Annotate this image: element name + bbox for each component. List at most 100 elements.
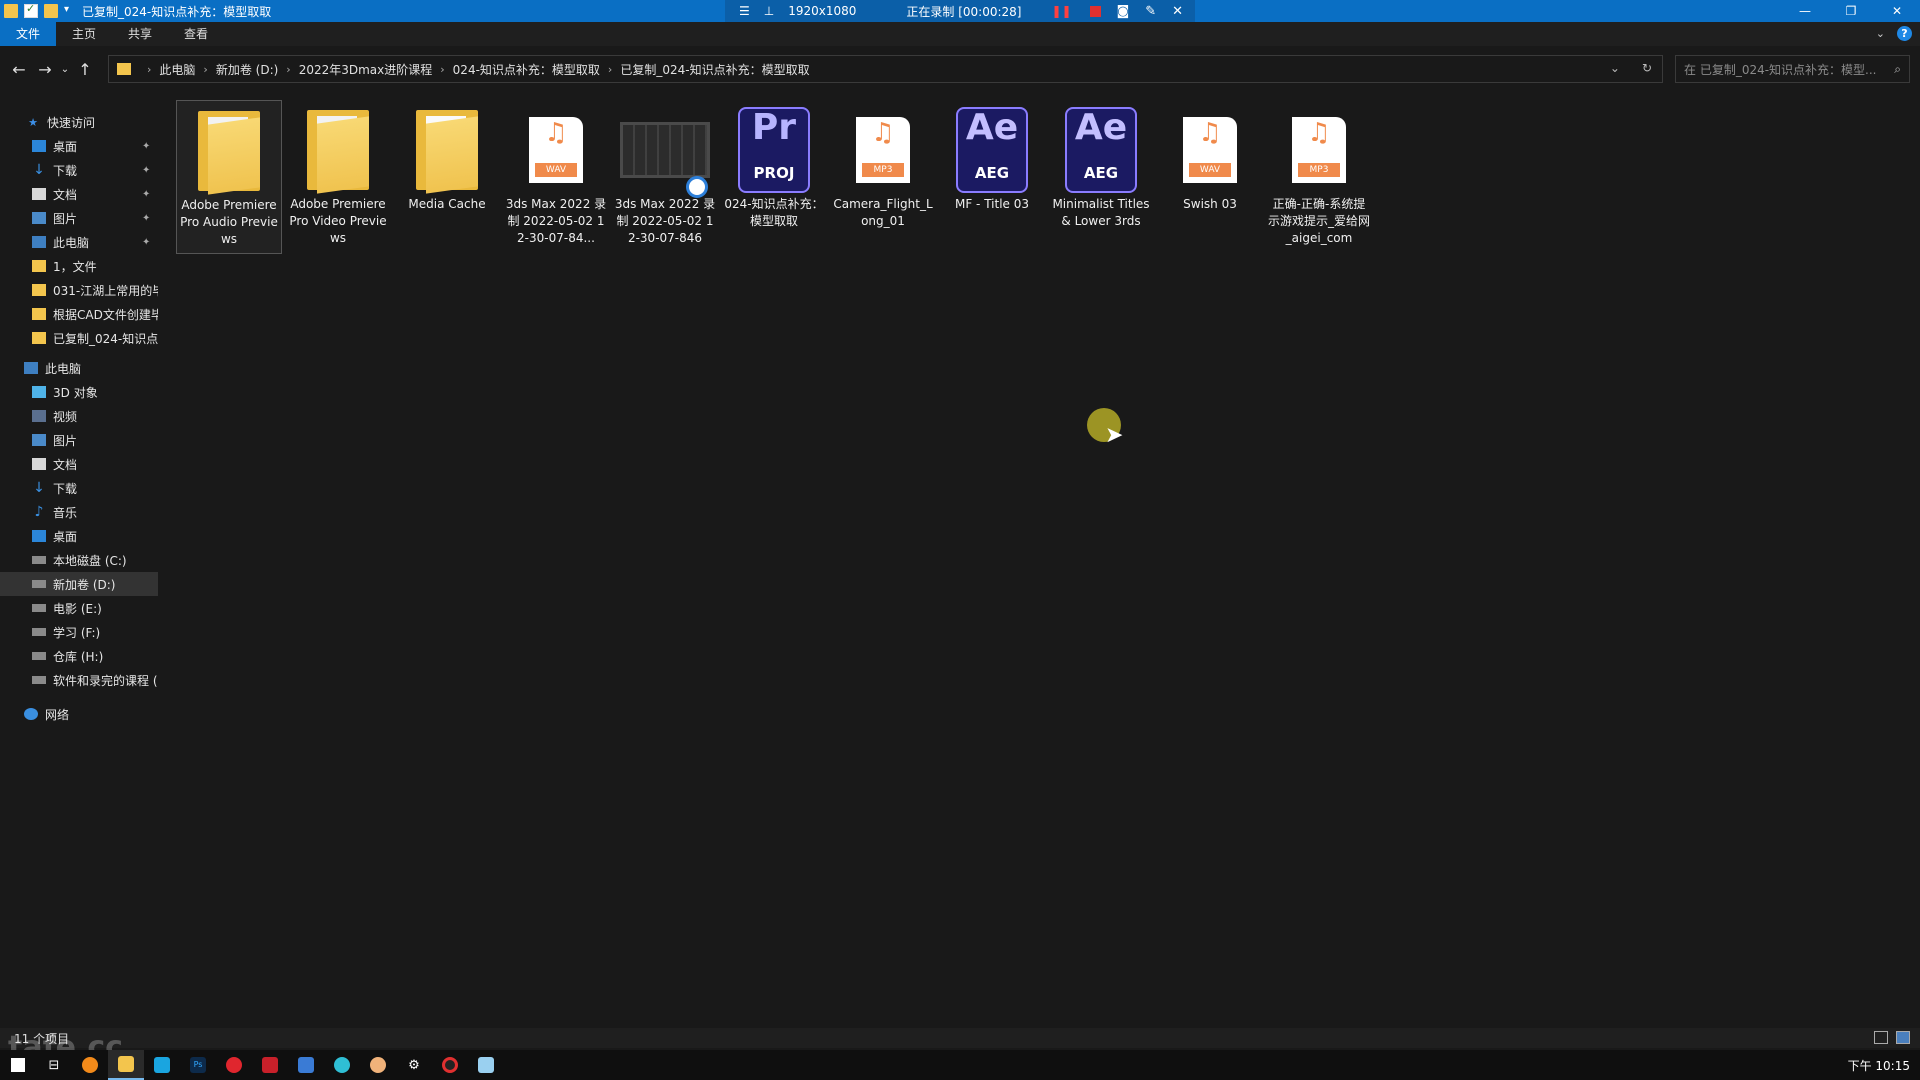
- sidebar-item-music[interactable]: ♪ 音乐: [0, 500, 158, 524]
- file-item-folder[interactable]: Adobe Premiere Pro Video Previews: [285, 100, 391, 247]
- sidebar-item-documents[interactable]: 文档 ✦: [0, 182, 158, 206]
- file-item-template[interactable]: Ae AEG MF - Title 03: [939, 100, 1045, 213]
- file-item-template[interactable]: Ae AEG Minimalist Titles & Lower 3rds: [1048, 100, 1154, 230]
- file-item-video[interactable]: 3ds Max 2022 录制 2022-05-02 12-30-07-846: [612, 100, 718, 247]
- sidebar-item-3d-objects[interactable]: 3D 对象: [0, 380, 158, 404]
- file-item-folder[interactable]: Media Cache: [394, 100, 500, 213]
- forward-icon[interactable]: →: [32, 60, 58, 79]
- chevron-right-icon[interactable]: ›: [608, 63, 612, 76]
- recorder-icon[interactable]: [432, 1050, 468, 1080]
- close-icon[interactable]: ✕: [1874, 0, 1920, 22]
- file-item-audio[interactable]: ♫ MP3 正确-正确-系统提示游戏提示_爱给网_aigei_com: [1266, 100, 1372, 247]
- app-icon[interactable]: [360, 1050, 396, 1080]
- sidebar-item-downloads[interactable]: ↓ 下载: [0, 476, 158, 500]
- netease-music-icon[interactable]: [216, 1050, 252, 1080]
- sidebar-item-label: 图片: [53, 211, 78, 226]
- sidebar-item-downloads[interactable]: ↓ 下载 ✦: [0, 158, 158, 182]
- file-item-audio[interactable]: ♫ MP3 Camera_Flight_Long_01: [830, 100, 936, 230]
- clock[interactable]: 下午 10:15: [1848, 1057, 1910, 1074]
- file-item-project[interactable]: Pr PROJ 024-知识点补充：模型取取: [721, 100, 827, 230]
- file-item-audio[interactable]: ♫ WAV 3ds Max 2022 录制 2022-05-02 12-30-07…: [503, 100, 609, 247]
- sidebar-item-folder[interactable]: 根据CAD文件创建毕: [0, 302, 158, 326]
- file-item-folder[interactable]: Adobe Premiere Pro Audio Previews: [176, 100, 282, 254]
- menu-icon[interactable]: ☰: [739, 4, 750, 18]
- sidebar-item-pictures[interactable]: 图片: [0, 428, 158, 452]
- address-dropdown-icon[interactable]: ⌄: [1610, 61, 1620, 75]
- pin-icon[interactable]: ✦: [142, 165, 150, 176]
- pause-recording-icon[interactable]: ❚❚: [1051, 4, 1071, 18]
- tab-home[interactable]: 主页: [56, 22, 112, 46]
- sidebar-item-documents[interactable]: 文档: [0, 452, 158, 476]
- file-item-audio[interactable]: ♫ WAV Swish 03: [1157, 100, 1263, 213]
- chevron-right-icon[interactable]: ›: [440, 63, 444, 76]
- expand-ribbon-icon[interactable]: ⌄: [1876, 27, 1885, 40]
- tab-file[interactable]: 文件: [0, 22, 57, 46]
- pen-icon[interactable]: ✎: [1145, 4, 1156, 19]
- sidebar-item-folder[interactable]: 031-江湖上常用的毕: [0, 278, 158, 302]
- chevron-right-icon[interactable]: ›: [147, 63, 151, 76]
- breadcrumb-item[interactable]: 新加卷 (D:): [216, 61, 278, 78]
- app-icon[interactable]: [144, 1050, 180, 1080]
- pin-icon[interactable]: ✦: [142, 213, 150, 224]
- pin-icon[interactable]: ✦: [142, 141, 150, 152]
- sidebar-item-drive-f[interactable]: 学习 (F:): [0, 620, 158, 644]
- start-icon[interactable]: [0, 1050, 36, 1080]
- sidebar-item-pictures[interactable]: 图片 ✦: [0, 206, 158, 230]
- breadcrumb-item[interactable]: 已复制_024-知识点补充：模型取取: [620, 61, 809, 78]
- sidebar-item-folder[interactable]: 1，文件: [0, 254, 158, 278]
- help-icon[interactable]: ?: [1897, 26, 1912, 41]
- breadcrumb-item[interactable]: 此电脑: [159, 61, 195, 78]
- browser-icon[interactable]: [72, 1050, 108, 1080]
- up-icon[interactable]: ↑: [72, 60, 98, 79]
- recent-locations-icon[interactable]: ⌄: [58, 64, 72, 75]
- search-icon[interactable]: ⌕: [1894, 62, 1901, 77]
- sidebar-item-videos[interactable]: 视频: [0, 404, 158, 428]
- customize-toolbar-icon[interactable]: ▾: [64, 4, 74, 18]
- sidebar-item-desktop[interactable]: 桌面 ✦: [0, 134, 158, 158]
- address-bar[interactable]: › 此电脑 › 新加卷 (D:) › 2022年3Dmax进阶课程 › 024-…: [108, 55, 1663, 83]
- sidebar-item-drive-d[interactable]: 新加卷 (D:): [0, 572, 158, 596]
- restore-icon[interactable]: ❐: [1828, 0, 1874, 22]
- sidebar-item-drive-c[interactable]: 本地磁盘 (C:): [0, 548, 158, 572]
- sidebar-item-drive-courses[interactable]: 软件和录完的课程 (: [0, 668, 158, 692]
- breadcrumb-item[interactable]: 2022年3Dmax进阶课程: [299, 61, 433, 78]
- chevron-right-icon[interactable]: ›: [286, 63, 290, 76]
- pin-icon[interactable]: ✦: [142, 237, 150, 248]
- minimize-icon[interactable]: —: [1782, 0, 1828, 22]
- sidebar-quick-access[interactable]: ★ 快速访问: [0, 110, 158, 134]
- sidebar-item-label: 下载: [53, 163, 78, 178]
- sidebar-item-drive-e[interactable]: 电影 (E:): [0, 596, 158, 620]
- details-view-icon[interactable]: [1874, 1031, 1888, 1044]
- settings-icon[interactable]: ⚙: [396, 1050, 432, 1080]
- file-explorer-icon[interactable]: [108, 1050, 144, 1080]
- sidebar-network[interactable]: 网络: [0, 702, 158, 726]
- stop-recording-icon[interactable]: [1089, 5, 1101, 17]
- camera-icon[interactable]: ◙: [1117, 4, 1130, 19]
- pin-icon[interactable]: ⊥: [764, 4, 774, 18]
- folder-icon: [32, 332, 46, 344]
- edge-icon[interactable]: [324, 1050, 360, 1080]
- task-view-icon[interactable]: ⊟: [36, 1050, 72, 1080]
- tab-share[interactable]: 共享: [112, 22, 168, 46]
- autocad-icon[interactable]: [252, 1050, 288, 1080]
- sidebar-item-folder[interactable]: 已复制_024-知识点: [0, 326, 158, 350]
- tab-view[interactable]: 查看: [168, 22, 224, 46]
- app-icon[interactable]: [288, 1050, 324, 1080]
- properties-icon[interactable]: [24, 2, 38, 18]
- app-icon[interactable]: [468, 1050, 504, 1080]
- breadcrumb-item[interactable]: 024-知识点补充：模型取取: [453, 61, 600, 78]
- sidebar-item-drive-h[interactable]: 仓库 (H:): [0, 644, 158, 668]
- photoshop-icon[interactable]: Ps: [180, 1050, 216, 1080]
- pin-icon[interactable]: ✦: [142, 189, 150, 200]
- large-icons-view-icon[interactable]: [1896, 1031, 1910, 1044]
- chevron-right-icon[interactable]: ›: [203, 63, 207, 76]
- sidebar-this-pc[interactable]: 此电脑: [0, 356, 158, 380]
- search-input[interactable]: 在 已复制_024-知识点补充：模型... ⌕: [1675, 55, 1910, 83]
- new-folder-icon[interactable]: [44, 4, 58, 18]
- sidebar-item-desktop[interactable]: 桌面: [0, 524, 158, 548]
- close-recording-icon[interactable]: ✕: [1172, 4, 1183, 19]
- sidebar-item-this-pc-quick[interactable]: 此电脑 ✦: [0, 230, 158, 254]
- refresh-icon[interactable]: ↻: [1642, 61, 1652, 75]
- back-icon[interactable]: ←: [6, 60, 32, 79]
- folder-icon: [4, 4, 18, 18]
